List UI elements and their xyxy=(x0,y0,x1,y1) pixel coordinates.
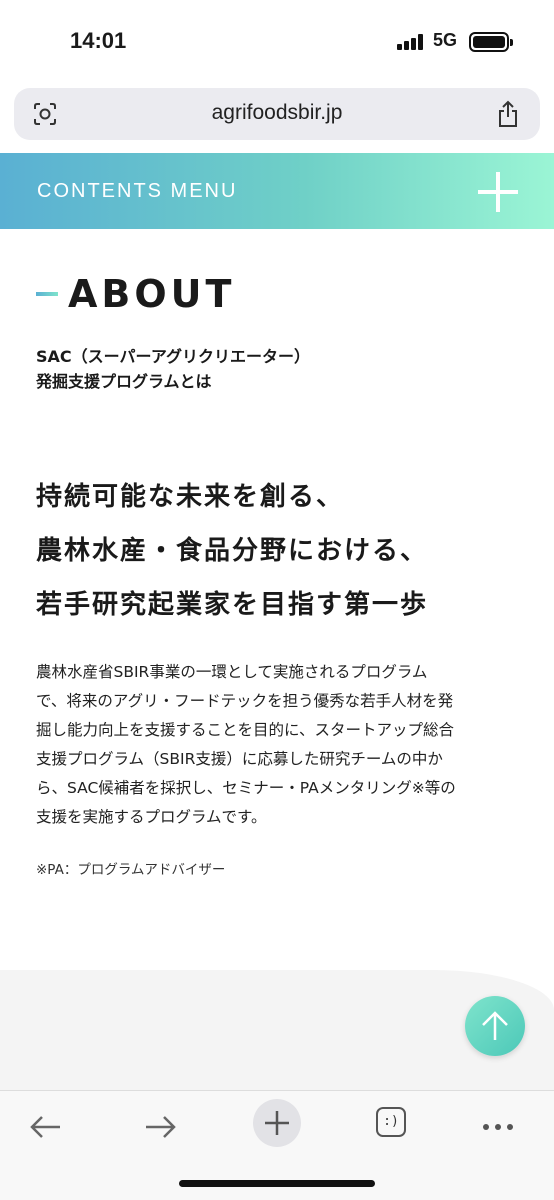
network-type: 5G xyxy=(433,30,458,50)
forward-arrow-icon[interactable] xyxy=(138,1105,182,1149)
about-body: 農林水産省SBIR事業の一環として実施されるプログラム で、将来のアグリ・フード… xyxy=(36,658,524,832)
signal-icon xyxy=(397,34,427,50)
status-time: 14:01 xyxy=(70,28,127,53)
footnote: ※PA：プログラムアドバイザー xyxy=(36,862,226,878)
tab-switcher-button[interactable]: :) xyxy=(376,1107,406,1137)
back-arrow-icon[interactable] xyxy=(24,1105,68,1149)
battery-icon xyxy=(469,32,513,52)
about-headline: 持続可能な未来を創る、 農林水産・食品分野における、 若手研究起業家を目指す第一… xyxy=(36,470,428,632)
headline-line: 持続可能な未来を創る、 xyxy=(36,482,345,512)
heading-dash xyxy=(36,292,58,296)
about-subtitle: SAC（スーパーアグリクリエーター） 発掘支援プログラムとは xyxy=(36,344,310,394)
headline-line: 若手研究起業家を目指す第一歩 xyxy=(36,590,429,620)
arrow-up-icon xyxy=(482,1011,508,1040)
body-line: 農林水産省SBIR事業の一環として実施されるプログラム xyxy=(36,663,428,681)
share-icon[interactable] xyxy=(496,100,520,128)
new-tab-button[interactable] xyxy=(253,1099,301,1147)
address-bar[interactable]: agrifoodsbir.jp xyxy=(14,88,540,140)
subtitle-line: 発掘支援プログラムとは xyxy=(36,372,212,391)
home-indicator xyxy=(179,1180,375,1187)
headline-line: 農林水産・食品分野における、 xyxy=(36,536,429,566)
contents-menu-bar[interactable]: CONTENTS MENU xyxy=(0,153,554,229)
contents-menu-label: CONTENTS MENU xyxy=(37,180,238,202)
body-line: 支援プログラム（SBIR支援）に応募した研究チームの中か xyxy=(36,750,443,768)
body-line: で、将来のアグリ・フードテックを担う優秀な若手人材を発 xyxy=(36,692,454,710)
plus-icon xyxy=(265,1111,289,1135)
body-line: 掘し能力向上を支援することを目的に、スタートアップ総合 xyxy=(36,721,455,739)
more-icon[interactable] xyxy=(476,1105,520,1149)
subtitle-line: SAC（スーパーアグリクリエーター） xyxy=(36,347,311,366)
body-line: ら、SAC候補者を採択し、セミナー・PAメンタリング※等の xyxy=(36,779,456,797)
status-bar: 14:01 5G xyxy=(0,0,554,84)
about-title: ABOUT xyxy=(68,272,236,316)
body-line: 支援を実施するプログラムです。 xyxy=(36,808,267,826)
url-text[interactable]: agrifoodsbir.jp xyxy=(14,101,540,125)
expand-plus-icon[interactable] xyxy=(478,172,518,212)
back-to-top-button[interactable] xyxy=(465,996,525,1056)
